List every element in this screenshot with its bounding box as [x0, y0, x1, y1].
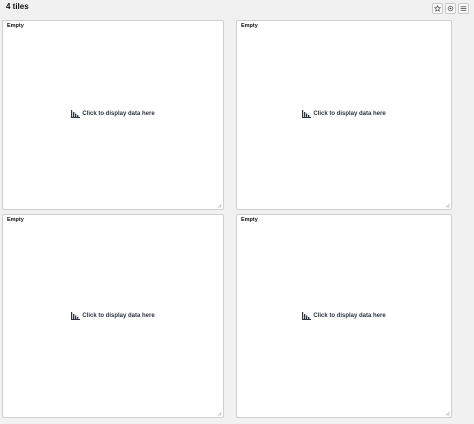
bar-chart-icon	[71, 110, 81, 118]
tile-cta-label: Click to display data here	[313, 111, 386, 117]
bar-chart-icon	[302, 110, 312, 118]
tile-cta-label: Click to display data here	[82, 111, 155, 117]
resize-handle-icon[interactable]	[217, 411, 222, 416]
hamburger-menu-icon	[460, 6, 467, 11]
tile-title: Empty	[241, 217, 258, 223]
tile-display-data-prompt[interactable]: Click to display data here	[3, 110, 223, 118]
dashboard-header: 4 tiles	[0, 0, 474, 16]
tile-title: Empty	[7, 23, 24, 29]
menu-button[interactable]	[458, 3, 469, 14]
star-icon	[434, 5, 441, 12]
tile-3[interactable]: Empty Click to display data here	[2, 214, 224, 418]
dashboard-title: 4 tiles	[6, 2, 29, 11]
star-button[interactable]	[432, 3, 443, 14]
tile-cta-label: Click to display data here	[82, 313, 155, 319]
tile-display-data-prompt[interactable]: Click to display data here	[237, 110, 451, 118]
resize-handle-icon[interactable]	[217, 203, 222, 208]
settings-button[interactable]	[445, 3, 456, 14]
resize-handle-icon[interactable]	[445, 411, 450, 416]
tile-4[interactable]: Empty Click to display data here	[236, 214, 452, 418]
resize-handle-icon[interactable]	[445, 203, 450, 208]
gear-icon	[447, 5, 454, 12]
tile-title: Empty	[7, 217, 24, 223]
tile-display-data-prompt[interactable]: Click to display data here	[3, 312, 223, 320]
tile-1[interactable]: Empty Click to display data here	[2, 20, 224, 210]
bar-chart-icon	[71, 312, 81, 320]
tile-2[interactable]: Empty Click to display data here	[236, 20, 452, 210]
tile-cta-label: Click to display data here	[313, 313, 386, 319]
tile-display-data-prompt[interactable]: Click to display data here	[237, 312, 451, 320]
bar-chart-icon	[302, 312, 312, 320]
tile-title: Empty	[241, 23, 258, 29]
page-scrollbar[interactable]	[466, 16, 474, 424]
